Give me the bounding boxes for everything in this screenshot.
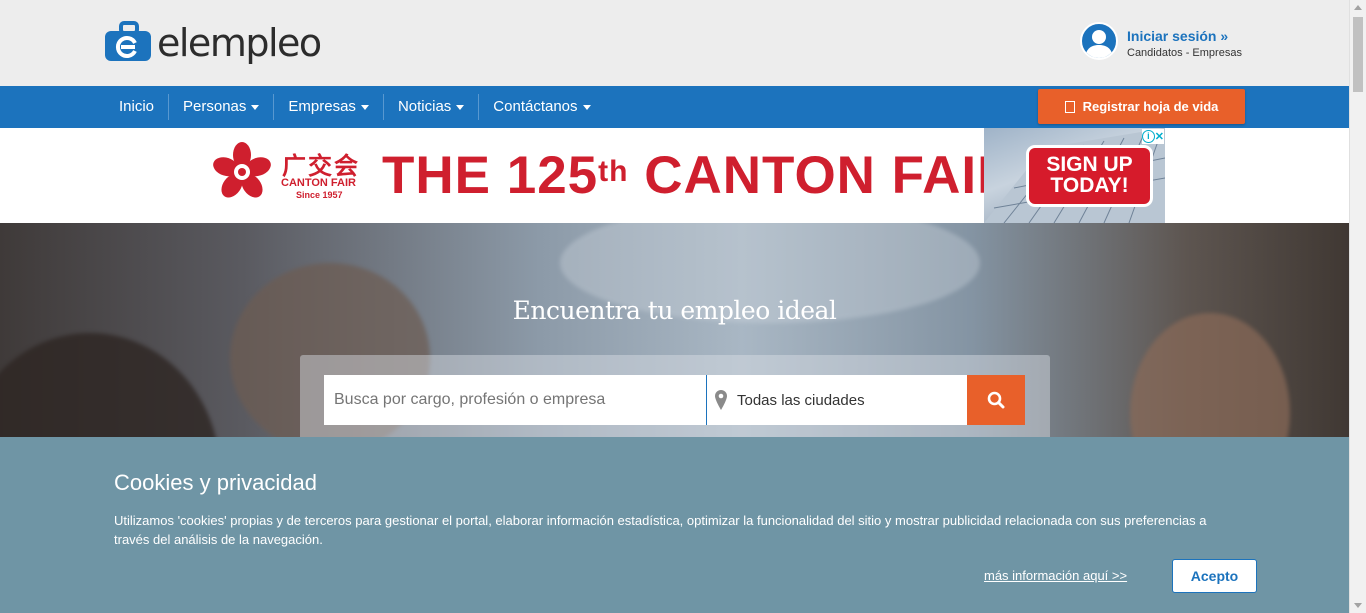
nav-item-empresas[interactable]: Empresas (273, 94, 383, 120)
search-icon (987, 391, 1005, 409)
cookie-more-info-link[interactable]: más información aquí >> (984, 568, 1127, 583)
nav-item-noticias[interactable]: Noticias (382, 94, 478, 120)
ad-banner[interactable]: 广交会 CANTON FAIR Since 1957 THE 125th CAN… (0, 128, 1349, 223)
location-pin-icon (715, 390, 727, 410)
site-header: elempleo Iniciar sesión » Candidatos - E… (0, 0, 1349, 86)
nav-item-label: Empresas (288, 98, 356, 115)
nav-item-inicio[interactable]: Inicio (105, 94, 168, 120)
elempleo-logo[interactable]: elempleo (105, 18, 322, 68)
scrollbar-thumb[interactable] (1353, 17, 1363, 92)
close-icon[interactable]: ✕ (1155, 130, 1164, 143)
nav-item-personas[interactable]: Personas (168, 94, 273, 120)
ad-choices[interactable]: i ✕ (1142, 129, 1164, 144)
logo-mark-icon (105, 21, 151, 61)
page: elempleo Iniciar sesión » Candidatos - E… (0, 0, 1349, 613)
login-subtitle: Candidatos - Empresas (1127, 47, 1242, 59)
nav-item-label: Noticias (397, 98, 452, 115)
ad-signup-line1: SIGN UP (1046, 153, 1133, 176)
cookie-banner: Cookies y privacidad Utilizamos 'cookies… (0, 437, 1349, 613)
info-icon[interactable]: i (1142, 130, 1155, 143)
nav-item-label: Inicio (119, 98, 155, 115)
job-search-input[interactable] (324, 375, 706, 425)
ad-signup-line2: TODAY! (1050, 174, 1129, 197)
ad-headline-post: CANTON FAIR (628, 146, 1017, 205)
canton-fair-chinese-name: 广交会 (282, 153, 360, 180)
search-panel: Todas las ciudades (300, 355, 1050, 445)
ad-signup-button[interactable]: SIGN UP TODAY! (1029, 148, 1150, 204)
login-link[interactable]: Iniciar sesión » (1127, 28, 1242, 44)
ad-headline: THE 125th CANTON FAIR (382, 146, 1016, 206)
document-icon (1064, 100, 1075, 113)
login-area[interactable]: Iniciar sesión » Candidatos - Empresas (1080, 22, 1242, 60)
canton-fair-flower-icon (213, 142, 271, 198)
caret-down-icon (582, 104, 591, 110)
canton-fair-english-name: CANTON FAIR (281, 177, 356, 189)
logo-text: elempleo (157, 21, 322, 65)
scroll-up-icon[interactable] (1354, 5, 1362, 10)
ad-headline-sup: th (598, 155, 629, 188)
city-select-value: Todas las ciudades (737, 391, 865, 409)
caret-down-icon (251, 104, 260, 110)
caret-down-icon (360, 104, 369, 110)
canton-fair-since: Since 1957 (296, 190, 343, 200)
nav-item-label: Personas (183, 98, 247, 115)
nav-item-label: Contáctanos (493, 98, 578, 115)
user-silhouette-icon (1085, 30, 1113, 58)
caret-down-icon (456, 104, 465, 110)
cookie-accept-button[interactable]: Acepto (1172, 559, 1257, 593)
user-avatar-icon[interactable] (1080, 22, 1118, 60)
register-cv-label: Registrar hoja de vida (1082, 99, 1219, 114)
cookie-title: Cookies y privacidad (114, 470, 317, 495)
search-button[interactable] (967, 375, 1025, 425)
ad-headline-pre: THE 125 (382, 146, 599, 205)
hero-title: Encuentra tu empleo ideal (512, 296, 837, 325)
vertical-scrollbar[interactable] (1349, 0, 1366, 613)
cookie-text: Utilizamos 'cookies' propias y de tercer… (114, 513, 1207, 547)
scroll-down-icon[interactable] (1354, 603, 1362, 608)
register-cv-button[interactable]: Registrar hoja de vida (1038, 89, 1245, 124)
nav-item-contactanos[interactable]: Contáctanos (478, 94, 604, 120)
city-select[interactable]: Todas las ciudades (706, 375, 968, 425)
